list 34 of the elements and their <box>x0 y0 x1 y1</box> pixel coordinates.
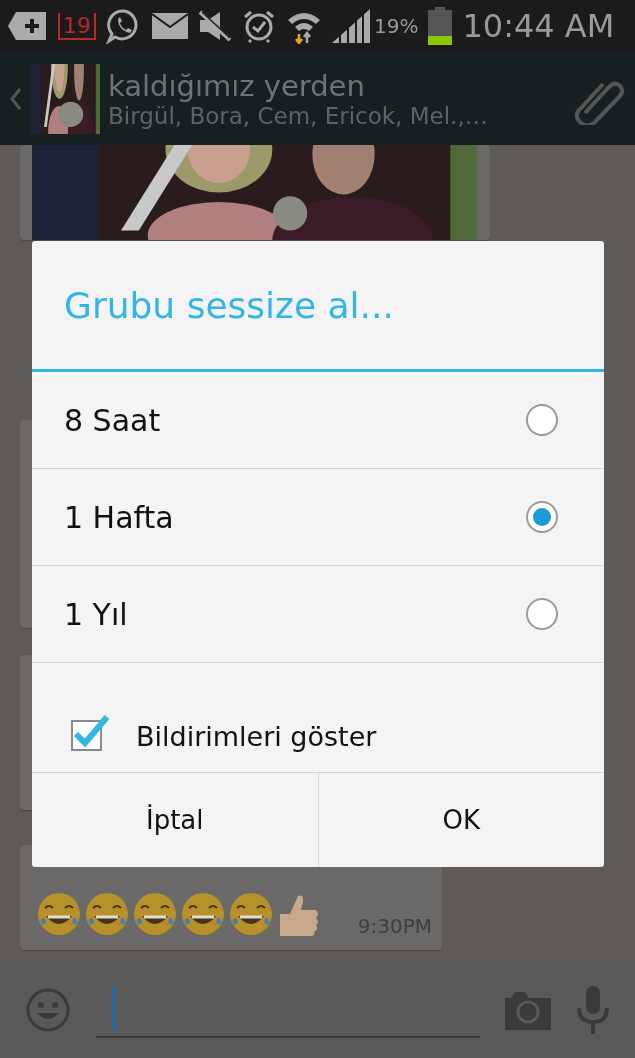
mute-option[interactable]: 1 Yıl <box>32 566 604 663</box>
battery-icon <box>428 7 453 45</box>
mute-icon <box>198 10 232 42</box>
radio-button[interactable] <box>526 598 558 630</box>
mute-option[interactable]: 1 Hafta <box>32 469 604 566</box>
smiley-icon[interactable] <box>25 987 71 1033</box>
notification-count: 19 <box>58 12 96 40</box>
laughing-face-icon <box>132 892 178 938</box>
radio-button[interactable] <box>526 501 558 533</box>
camera-icon[interactable] <box>505 990 551 1030</box>
laughing-face-icon <box>36 892 82 938</box>
signal-icon <box>332 9 370 43</box>
laughing-face-icon <box>180 892 226 938</box>
option-label: 1 Yıl <box>64 596 128 632</box>
battery-percent: 19% <box>374 14 419 38</box>
mail-icon <box>152 13 188 39</box>
option-label: 8 Saat <box>64 402 161 438</box>
radio-button[interactable] <box>526 404 558 436</box>
clock-time: 10:44 AM <box>462 7 615 45</box>
mute-option[interactable]: 8 Saat <box>32 372 604 469</box>
laughing-face-icon <box>84 892 130 938</box>
back-chevron-icon <box>10 86 22 111</box>
add-tag-icon <box>8 10 48 42</box>
cancel-button[interactable]: İptal <box>32 773 318 867</box>
dialog-title: Grubu sessize al... <box>32 241 604 372</box>
checkbox[interactable] <box>70 712 110 752</box>
chat-title: kaldığımız yerden <box>108 68 366 103</box>
checkbox-label: Bildirimleri göster <box>136 721 377 752</box>
microphone-icon[interactable] <box>576 986 610 1034</box>
alarm-icon <box>242 9 276 43</box>
option-label: 1 Hafta <box>64 499 174 535</box>
chat-members: Birgül, Bora, Cem, Ericok, Mel.,… <box>108 102 489 129</box>
laughing-face-icon <box>228 892 274 938</box>
ok-button[interactable]: OK <box>317 773 604 867</box>
